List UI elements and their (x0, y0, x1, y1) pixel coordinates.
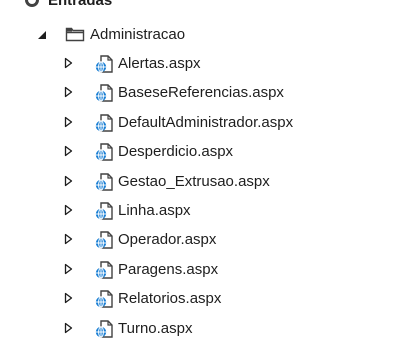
expanded-triangle-icon[interactable] (37, 29, 47, 41)
file-label: Alertas.aspx (118, 55, 201, 72)
aspx-file-icon (94, 289, 114, 309)
tree-node-file[interactable]: Alertas.aspx (0, 49, 401, 78)
tree-node-file[interactable]: Turno.aspx (0, 314, 401, 343)
collapsed-triangle-icon[interactable] (63, 57, 73, 69)
tree-node-parent-label: Entradas (48, 0, 113, 9)
globe-folder-icon (22, 0, 42, 10)
aspx-file-icon (94, 83, 114, 103)
collapsed-triangle-icon[interactable] (63, 292, 73, 304)
file-label: Relatorios.aspx (118, 290, 222, 308)
file-label: Desperdicio.aspx (118, 143, 234, 161)
tree-node-file[interactable]: Relatorios.aspx (0, 284, 401, 313)
file-label: Linha.aspx (118, 202, 191, 219)
aspx-file-icon (94, 260, 114, 280)
aspx-file-icon (94, 230, 114, 250)
solution-explorer-tree: Entradas Administracao Alertas.aspx Bases… (0, 0, 401, 338)
file-label: Operador.aspx (118, 231, 217, 249)
file-label: Gestao_Extrusao.aspx (118, 172, 270, 190)
collapsed-triangle-icon[interactable] (63, 204, 73, 216)
file-label: Turno.aspx (118, 319, 193, 337)
aspx-file-icon (94, 54, 114, 74)
tree-node-file[interactable]: Gestao_Extrusao.aspx (0, 167, 401, 196)
collapsed-triangle-icon[interactable] (63, 322, 73, 334)
tree-node-file[interactable]: Linha.aspx (0, 196, 401, 225)
file-label: BaseseReferencias.aspx (118, 84, 284, 102)
file-label: Paragens.aspx (118, 260, 219, 278)
aspx-file-icon (94, 172, 114, 192)
aspx-file-icon (94, 113, 114, 133)
folder-icon (65, 25, 85, 45)
collapsed-triangle-icon[interactable] (63, 175, 73, 187)
tree-node-file[interactable]: Desperdicio.aspx (0, 137, 401, 166)
tree-node-file[interactable]: Paragens.aspx (0, 255, 401, 284)
aspx-file-icon (94, 319, 114, 339)
tree-node-file[interactable]: BaseseReferencias.aspx (0, 78, 401, 107)
collapsed-triangle-icon[interactable] (63, 233, 73, 245)
file-label: DefaultAdministrador.aspx (118, 113, 294, 131)
collapsed-triangle-icon[interactable] (63, 116, 73, 128)
folder-label: Administracao (90, 26, 186, 43)
tree-node-file[interactable]: DefaultAdministrador.aspx (0, 108, 401, 137)
collapsed-triangle-icon[interactable] (63, 145, 73, 157)
aspx-file-icon (94, 142, 114, 162)
collapsed-triangle-icon[interactable] (63, 263, 73, 275)
aspx-file-icon (94, 201, 114, 221)
tree-node-administracao[interactable]: Administracao (0, 20, 401, 49)
collapsed-triangle-icon[interactable] (63, 86, 73, 98)
tree-node-parent[interactable]: Entradas (0, 0, 401, 15)
tree-node-file[interactable]: Operador.aspx (0, 225, 401, 254)
